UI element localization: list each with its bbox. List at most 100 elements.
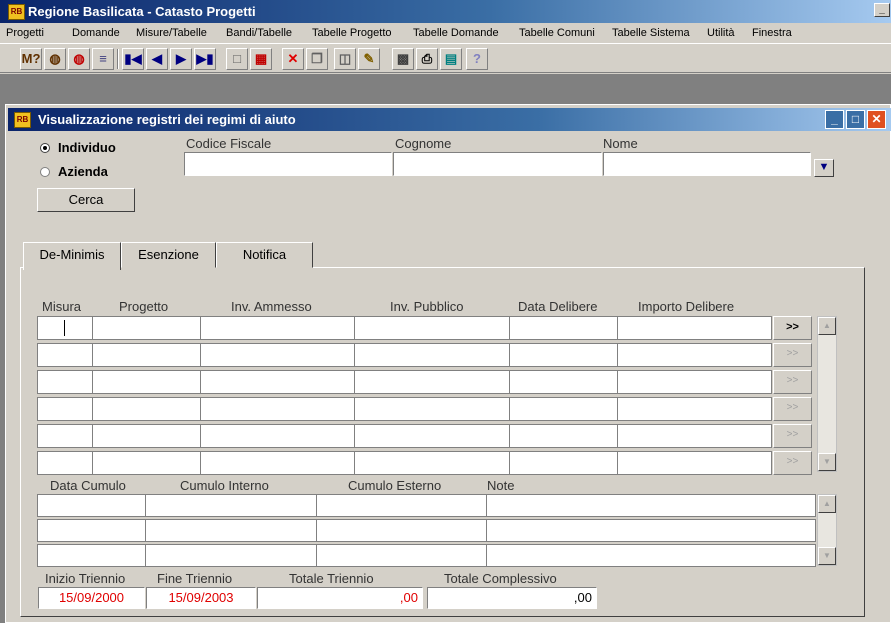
cell-inv-ammesso[interactable] bbox=[200, 316, 355, 340]
row-detail-button[interactable]: >> bbox=[773, 343, 812, 367]
binoculars-red-icon[interactable]: ◍ bbox=[68, 48, 90, 70]
filter-icon[interactable]: ≡ bbox=[92, 48, 114, 70]
tab-notifica[interactable]: Notifica bbox=[216, 242, 313, 268]
cell-progetto[interactable] bbox=[92, 370, 201, 394]
first-record-icon[interactable]: ▮◀ bbox=[122, 48, 144, 70]
totale-triennio-field[interactable]: ,00 bbox=[257, 587, 423, 609]
cell-misura[interactable] bbox=[37, 451, 93, 475]
window-minimize-button[interactable]: _ bbox=[874, 3, 890, 17]
cell-importo-delibere[interactable] bbox=[617, 397, 772, 421]
cerca-button[interactable]: Cerca bbox=[37, 188, 135, 212]
paste-icon[interactable]: ◫ bbox=[334, 48, 356, 70]
child-minimize-button[interactable]: _ bbox=[825, 110, 844, 129]
search-dropdown-icon[interactable]: ▼ bbox=[814, 159, 834, 177]
cell-data-delibere[interactable] bbox=[509, 424, 618, 448]
cell-importo-delibere[interactable] bbox=[617, 316, 772, 340]
binoculars-icon[interactable]: ◍ bbox=[44, 48, 66, 70]
cell-data-delibere[interactable] bbox=[509, 451, 618, 475]
cell-inv-ammesso[interactable] bbox=[200, 424, 355, 448]
radio-individuo[interactable] bbox=[40, 143, 50, 153]
menu-utilita[interactable]: Utilità bbox=[707, 27, 735, 39]
inizio-triennio-field[interactable]: 15/09/2000 bbox=[38, 587, 145, 609]
scroll-up-icon[interactable]: ▲ bbox=[818, 495, 836, 513]
cell-inv-ammesso[interactable] bbox=[200, 370, 355, 394]
cell-data-cumulo[interactable] bbox=[37, 519, 146, 542]
exit-icon[interactable]: ▤ bbox=[440, 48, 462, 70]
cell-inv-ammesso[interactable] bbox=[200, 451, 355, 475]
save-icon[interactable]: ▩ bbox=[392, 48, 414, 70]
cell-cumulo-esterno[interactable] bbox=[316, 544, 487, 567]
cell-misura[interactable] bbox=[37, 343, 93, 367]
tab-esenzione[interactable]: Esenzione bbox=[121, 242, 216, 268]
search-plus-icon[interactable]: M? bbox=[20, 48, 42, 70]
copy-icon[interactable]: ❐ bbox=[306, 48, 328, 70]
radio-azienda[interactable] bbox=[40, 167, 50, 177]
menu-tabelle-domande[interactable]: Tabelle Domande bbox=[413, 27, 499, 39]
cell-note[interactable] bbox=[486, 519, 816, 542]
edit-pen-icon[interactable]: ✎ bbox=[358, 48, 380, 70]
cell-inv-ammesso[interactable] bbox=[200, 343, 355, 367]
row-detail-button[interactable]: >> bbox=[773, 316, 812, 340]
fine-triennio-field[interactable]: 15/09/2003 bbox=[146, 587, 256, 609]
last-record-icon[interactable]: ▶▮ bbox=[194, 48, 216, 70]
cell-progetto[interactable] bbox=[92, 397, 201, 421]
nome-field[interactable] bbox=[603, 152, 811, 176]
cell-data-delibere[interactable] bbox=[509, 370, 618, 394]
delete-icon[interactable]: ✕ bbox=[282, 48, 304, 70]
new-record-icon[interactable]: □ bbox=[226, 48, 248, 70]
cell-cumulo-interno[interactable] bbox=[145, 519, 317, 542]
cell-note[interactable] bbox=[486, 544, 816, 567]
cell-misura[interactable] bbox=[37, 316, 93, 340]
cell-misura[interactable] bbox=[37, 370, 93, 394]
menu-bandi-tabelle[interactable]: Bandi/Tabelle bbox=[226, 27, 292, 39]
child-maximize-button[interactable]: □ bbox=[846, 110, 865, 129]
menu-tabelle-progetto[interactable]: Tabelle Progetto bbox=[312, 27, 392, 39]
cell-importo-delibere[interactable] bbox=[617, 343, 772, 367]
cell-inv-ammesso[interactable] bbox=[200, 397, 355, 421]
cell-data-delibere[interactable] bbox=[509, 343, 618, 367]
tab-de-minimis[interactable]: De-Minimis bbox=[23, 242, 121, 270]
row-detail-button[interactable]: >> bbox=[773, 397, 812, 421]
edit-record-icon[interactable]: ▦ bbox=[250, 48, 272, 70]
next-record-icon[interactable]: ▶ bbox=[170, 48, 192, 70]
menu-tabelle-sistema[interactable]: Tabelle Sistema bbox=[612, 27, 690, 39]
cell-note[interactable] bbox=[486, 494, 816, 517]
scroll-down-icon[interactable]: ▼ bbox=[818, 547, 836, 565]
cell-importo-delibere[interactable] bbox=[617, 451, 772, 475]
cell-importo-delibere[interactable] bbox=[617, 424, 772, 448]
cell-inv-pubblico[interactable] bbox=[354, 451, 510, 475]
cell-data-cumulo[interactable] bbox=[37, 494, 146, 517]
cell-misura[interactable] bbox=[37, 397, 93, 421]
row-detail-button[interactable]: >> bbox=[773, 424, 812, 448]
cell-progetto[interactable] bbox=[92, 316, 201, 340]
cell-cumulo-interno[interactable] bbox=[145, 494, 317, 517]
cell-inv-pubblico[interactable] bbox=[354, 397, 510, 421]
cognome-field[interactable] bbox=[393, 152, 602, 176]
cell-data-delibere[interactable] bbox=[509, 397, 618, 421]
cell-progetto[interactable] bbox=[92, 424, 201, 448]
row-detail-button[interactable]: >> bbox=[773, 370, 812, 394]
cell-data-delibere[interactable] bbox=[509, 316, 618, 340]
totale-complessivo-field[interactable]: ,00 bbox=[427, 587, 597, 609]
cell-cumulo-esterno[interactable] bbox=[316, 519, 487, 542]
cell-progetto[interactable] bbox=[92, 343, 201, 367]
help-icon[interactable]: ? bbox=[466, 48, 488, 70]
scroll-down-icon[interactable]: ▼ bbox=[818, 453, 836, 471]
cell-importo-delibere[interactable] bbox=[617, 370, 772, 394]
menu-tabelle-comuni[interactable]: Tabelle Comuni bbox=[519, 27, 595, 39]
cell-inv-pubblico[interactable] bbox=[354, 343, 510, 367]
menu-progetti[interactable]: Progetti bbox=[6, 27, 44, 39]
cell-data-cumulo[interactable] bbox=[37, 544, 146, 567]
menu-domande[interactable]: Domande bbox=[72, 27, 120, 39]
scroll-up-icon[interactable]: ▲ bbox=[818, 317, 836, 335]
child-close-button[interactable]: ✕ bbox=[867, 110, 886, 129]
print-icon[interactable]: ⎙ bbox=[416, 48, 438, 70]
cell-inv-pubblico[interactable] bbox=[354, 424, 510, 448]
prev-record-icon[interactable]: ◀ bbox=[146, 48, 168, 70]
cell-progetto[interactable] bbox=[92, 451, 201, 475]
menu-misure-tabelle[interactable]: Misure/Tabelle bbox=[136, 27, 207, 39]
codice-fiscale-field[interactable] bbox=[184, 152, 392, 176]
grid1-scrollbar[interactable] bbox=[817, 316, 837, 472]
cell-inv-pubblico[interactable] bbox=[354, 316, 510, 340]
row-detail-button[interactable]: >> bbox=[773, 451, 812, 475]
